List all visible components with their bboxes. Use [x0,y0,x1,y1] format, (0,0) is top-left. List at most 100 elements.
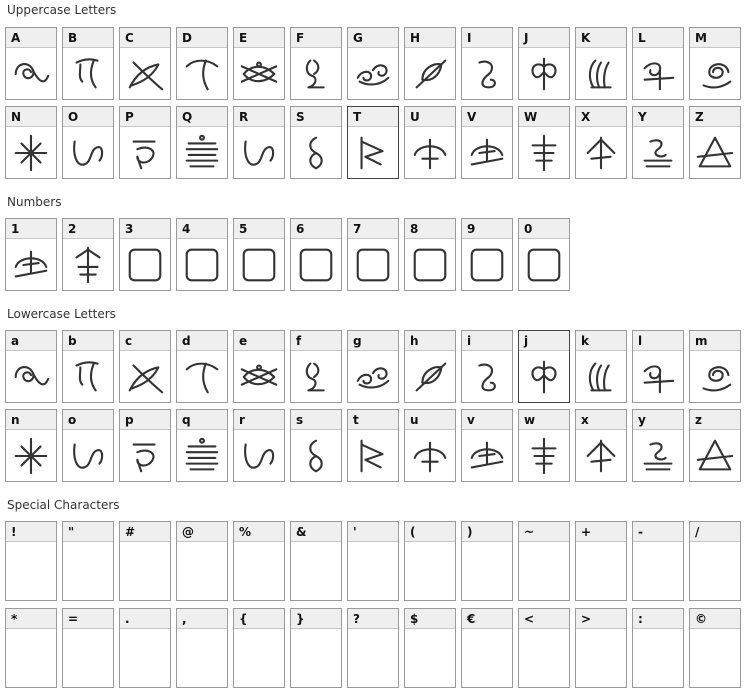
glyph-cell-lower-f: f [290,330,342,403]
empty-glyph [348,543,398,600]
glyph-cell-quote: " [62,521,114,601]
glyph-cell-label: = [63,609,113,629]
triangle-glyph-icon [690,128,740,178]
umbrella-slash-glyph-icon [6,240,56,290]
glyph-cell-lower-b: b [62,330,114,403]
star-glyph-icon [6,128,56,178]
glyph-cell-label: L [633,28,683,48]
glyph-cell-upper-d: D [176,27,228,100]
glyph-cell-upper-s: S [290,106,342,179]
glyph-cell-label: e [234,331,284,351]
glyph-cell-label: 5 [234,219,284,239]
glyph-cell-lower-u: u [404,409,456,482]
glyph-cell-upper-n: N [5,106,57,179]
glyph-cell-1: 1 [5,218,57,291]
fork-glyph-icon [519,431,569,481]
hook-3-glyph-icon [120,128,170,178]
fish-glyph-icon [234,352,284,402]
glyph-cell-label: H [405,28,455,48]
glyph-cell-euro: € [461,608,513,688]
glyph-cell-label: k [576,331,626,351]
glyph-cell-upper-t: T [347,106,399,179]
glyph-cell-label: o [63,410,113,430]
box-glyph-icon [462,240,512,290]
glyph-cell-label: / [690,522,740,542]
glyph-cell-hash: # [119,521,171,601]
glyph-cell-upper-q: Q [176,106,228,179]
glyph-cell-label: a [6,331,56,351]
box-glyph-icon [348,240,398,290]
box-glyph-icon [177,240,227,290]
glyph-cell-label: & [291,522,341,542]
glyph-cell-label: 1 [6,219,56,239]
glyph-cell-label: U [405,107,455,127]
glyph-cell-label: J [519,28,569,48]
fork-arrow-glyph-icon [63,240,113,290]
glyph-cell-tilde: ~ [518,521,570,601]
glyph-cell-upper-r: R [233,106,285,179]
double-swirl-glyph-icon [348,352,398,402]
glyph-cell-label: D [177,28,227,48]
loop-l-glyph-icon [291,49,341,99]
glyph-cell-lower-p: p [119,409,171,482]
curl-glyph-icon [462,49,512,99]
glyph-cell-comma: , [176,608,228,688]
figure8-glyph-icon [291,431,341,481]
glyph-cell-slash: / [689,521,741,601]
glyph-cell-label: ) [462,522,512,542]
empty-glyph [690,543,740,600]
glyph-cell-label: 9 [462,219,512,239]
glyph-cell-dollar: $ [404,608,456,688]
glyph-cell-upper-i: I [461,27,513,100]
hook-glyph-icon [63,49,113,99]
arch-glyph-icon [177,49,227,99]
glyph-cell-asterisk: * [5,608,57,688]
glyph-cell-9: 9 [461,218,513,291]
glyph-cell-upper-g: G [347,27,399,100]
glyph-cell-label: x [576,410,626,430]
section-title-special: Special Characters [7,498,120,512]
arrow-up-glyph-icon [576,431,626,481]
ribbon-glyph-icon [633,128,683,178]
glyph-cell-label: g [348,331,398,351]
glyph-cell-apostrophe: ' [347,521,399,601]
glyph-cell-label: B [63,28,113,48]
glyph-cell-upper-f: F [290,27,342,100]
glyph-cell-label: % [234,522,284,542]
glyph-cell-label: > [576,609,626,629]
glyph-cell-lbrace: { [233,608,285,688]
empty-glyph [6,543,56,600]
cross-leaf-glyph-icon [120,352,170,402]
moth-glyph-icon [519,352,569,402]
umbrella-glyph-icon [405,128,455,178]
swirl-glyph-icon [6,49,56,99]
glyph-cell-lower-l: l [632,330,684,403]
glyph-cell-label: j [519,331,569,351]
glyph-cell-7: 7 [347,218,399,291]
hook-3-glyph-icon [120,431,170,481]
glyph-cell-label: w [519,410,569,430]
section-title-lower: Lowercase Letters [7,307,116,321]
empty-glyph [291,630,341,687]
spiral-stem-glyph-icon [690,49,740,99]
glyph-cell-lower-c: c [119,330,171,403]
glyph-cell-label: O [63,107,113,127]
glyph-cell-label: . [120,609,170,629]
glyph-cell-label: b [63,331,113,351]
arrow-up-glyph-icon [576,128,626,178]
glyph-cell-label: : [633,609,683,629]
glyph-cell-label: ~ [519,522,569,542]
glyph-cell-lower-j: j [518,330,570,403]
glyph-cell-label: p [120,410,170,430]
loop-l-glyph-icon [291,352,341,402]
empty-glyph [177,630,227,687]
box-glyph-icon [519,240,569,290]
glyph-cell-copyright: © [689,608,741,688]
glyph-cell-percent: % [233,521,285,601]
double-swirl-glyph-icon [348,49,398,99]
glyph-cell-label: ( [405,522,455,542]
glyph-cell-upper-w: W [518,106,570,179]
glyph-cell-label: E [234,28,284,48]
glyph-cell-label: s [291,410,341,430]
box-glyph-icon [234,240,284,290]
